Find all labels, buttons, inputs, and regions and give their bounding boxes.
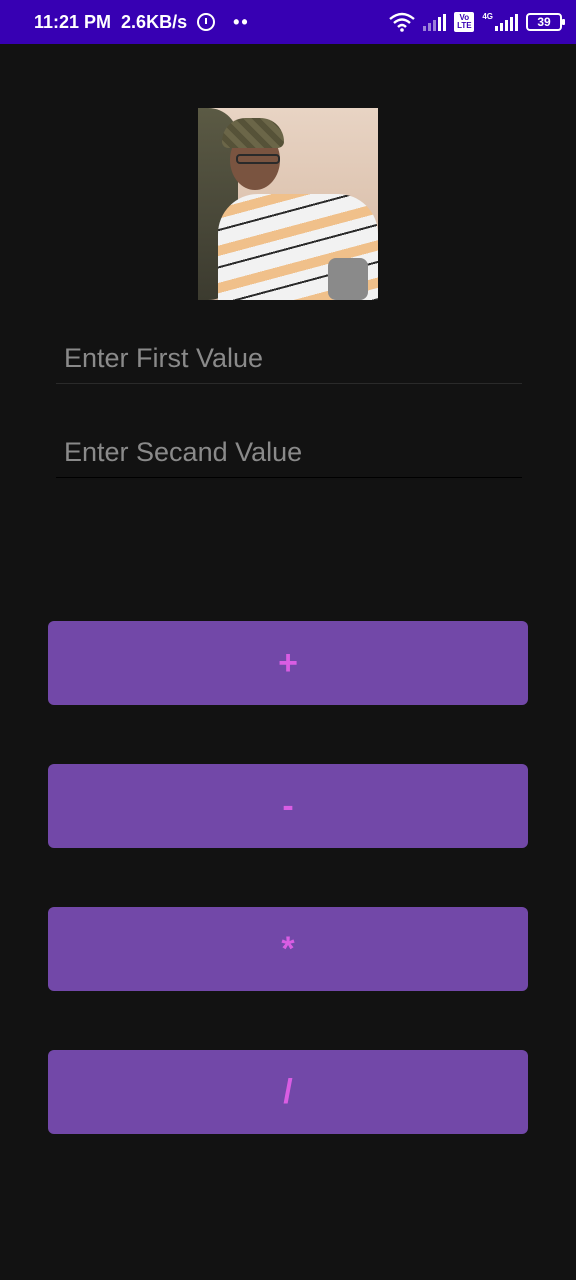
status-right: Vo LTE 4G 39 <box>389 12 565 32</box>
signal-icon-sim1 <box>423 13 447 31</box>
status-bar: 11:21 PM 2.6KB/s •• Vo LTE 4G 39 <box>0 0 576 44</box>
status-time: 11:21 PM <box>34 11 112 32</box>
battery-level: 39 <box>537 15 551 29</box>
battery-icon: 39 <box>526 13 565 31</box>
notification-dots: •• <box>233 11 250 32</box>
subtract-button[interactable]: - <box>48 764 528 848</box>
status-left: 11:21 PM 2.6KB/s •• <box>34 12 250 33</box>
photo-cap <box>222 118 284 148</box>
status-network-speed: 2.6KB/s <box>121 11 188 32</box>
profile-photo <box>198 108 378 300</box>
divide-button[interactable]: / <box>48 1050 528 1134</box>
wifi-icon <box>389 12 416 32</box>
network-type-label: 4G <box>482 12 493 21</box>
multiply-button[interactable]: * <box>48 907 528 991</box>
photo-arm <box>328 258 368 300</box>
add-button[interactable]: + <box>48 621 528 705</box>
signal-icon-sim2 <box>495 13 518 31</box>
photo-glasses <box>236 154 280 164</box>
first-value-input[interactable] <box>56 343 522 374</box>
alarm-icon <box>197 13 216 31</box>
second-value-input[interactable] <box>56 437 522 468</box>
volte-icon: Vo LTE <box>454 12 475 32</box>
first-value-field[interactable] <box>56 334 522 384</box>
second-value-field[interactable] <box>56 428 522 478</box>
